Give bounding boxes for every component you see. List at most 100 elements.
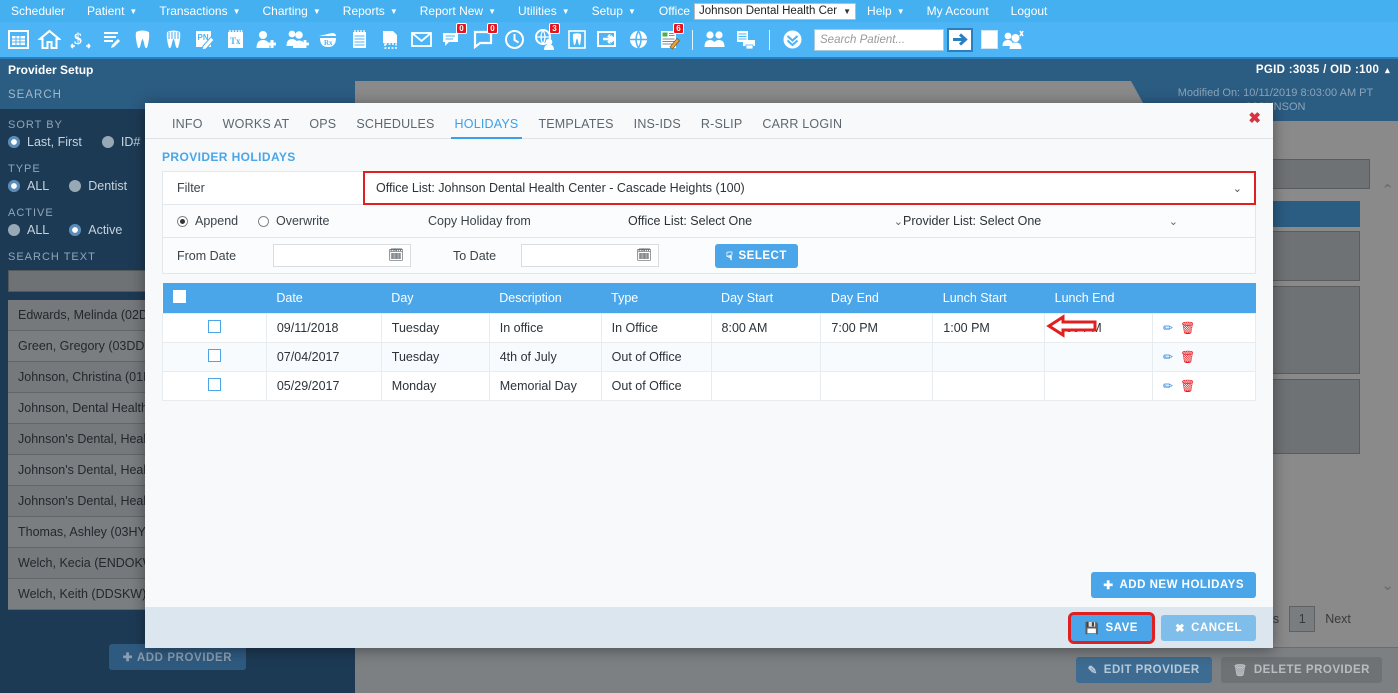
perio-note-icon[interactable]: PN <box>190 24 219 55</box>
ledger-icon[interactable] <box>345 24 374 55</box>
menu-item-transactions[interactable]: Transactions ▼ <box>148 0 251 22</box>
active-all-option[interactable]: ALL <box>8 223 49 237</box>
save-button[interactable]: 💾 SAVE <box>1067 611 1155 644</box>
option-label: Last, First <box>27 135 82 149</box>
edit-provider-button[interactable]: ✎ EDIT PROVIDER <box>1075 657 1212 683</box>
delete-row-icon[interactable]: 🗑 <box>1180 350 1195 364</box>
family-group-icon[interactable] <box>999 24 1028 55</box>
office-list-filter-select[interactable]: Office List: Johnson Dental Health Cente… <box>363 171 1256 205</box>
overwrite-option[interactable]: Overwrite <box>258 214 428 228</box>
close-icon[interactable]: ✖ <box>1248 111 1261 126</box>
delete-row-icon[interactable]: 🗑 <box>1180 379 1195 393</box>
menu-item-scheduler[interactable]: Scheduler <box>0 0 76 22</box>
menu-item-patient[interactable]: Patient ▼ <box>76 0 148 22</box>
toolbar-blank-button[interactable] <box>981 30 998 49</box>
menu-item-reports[interactable]: Reports ▼ <box>332 0 409 22</box>
menu-item-logout[interactable]: Logout <box>1000 0 1059 22</box>
tab-ins-ids[interactable]: INS-IDS <box>624 117 691 138</box>
menu-item-utilities[interactable]: Utilities ▼ <box>507 0 581 22</box>
active-active-option[interactable]: Active <box>69 223 122 237</box>
type-all-option[interactable]: ALL <box>8 179 49 193</box>
tab-info[interactable]: INFO <box>162 117 213 138</box>
modal-header: INFO WORKS AT OPS SCHEDULES HOLIDAYS TEM… <box>145 103 1273 139</box>
office-select[interactable]: Johnson Dental Health Cer ▼ <box>694 2 857 20</box>
calendar-grid-icon[interactable] <box>4 24 33 55</box>
global-contact-icon[interactable]: 3 <box>531 23 560 55</box>
edit-row-icon[interactable]: ✏ <box>1163 350 1173 364</box>
treatment-plan-icon[interactable]: Tx <box>221 24 250 55</box>
form-edit-icon[interactable]: 6 <box>655 23 684 55</box>
cell-type: Out of Office <box>600 371 712 401</box>
prescription-rx-icon[interactable]: Rx <box>314 24 343 55</box>
menu-item-setup[interactable]: Setup ▼ <box>581 0 647 22</box>
xray-tooth-icon[interactable] <box>562 24 591 55</box>
select-all-checkbox[interactable] <box>172 290 186 303</box>
double-chevron-down-icon[interactable] <box>778 24 807 55</box>
cell-day-start <box>710 371 822 401</box>
screen-exit-icon[interactable] <box>593 24 622 55</box>
cancel-button[interactable]: ✖ CANCEL <box>1160 614 1256 641</box>
type-dentist-option[interactable]: Dentist <box>69 179 127 193</box>
menu-item-charting[interactable]: Charting ▼ <box>252 0 332 22</box>
tab-ops[interactable]: OPS <box>299 117 346 138</box>
menu-label: Charting <box>262 4 308 18</box>
people-icon[interactable] <box>701 24 730 55</box>
add-person-icon[interactable] <box>252 24 281 55</box>
next-page-link[interactable]: Next <box>1325 612 1351 626</box>
edit-row-icon[interactable]: ✏ <box>1163 379 1173 393</box>
tab-schedules[interactable]: SCHEDULES <box>346 117 444 138</box>
filter-label: Filter <box>177 181 205 195</box>
tab-holidays[interactable]: HOLIDAYS <box>445 117 529 139</box>
chat-messages-icon[interactable]: 0 <box>438 23 467 55</box>
table-row: 05/29/2017 Monday Memorial Day Out of Of… <box>162 371 1256 401</box>
dollar-transfer-icon[interactable]: $ <box>66 24 95 55</box>
delete-provider-button[interactable]: 🗑 DELETE PROVIDER <box>1220 657 1382 683</box>
printer-document-icon[interactable] <box>376 24 405 55</box>
row-checkbox[interactable] <box>207 320 221 333</box>
option-label: ALL <box>27 179 50 193</box>
row-checkbox[interactable] <box>207 349 221 362</box>
to-date-input[interactable]: 🗓 <box>521 244 659 267</box>
tooth-icon[interactable] <box>128 24 157 55</box>
globe-icon[interactable] <box>624 24 653 55</box>
office-list-filter-value: Office List: Johnson Dental Health Cente… <box>376 181 745 195</box>
sort-by-id-option[interactable]: ID# <box>101 135 140 149</box>
note-edit-icon[interactable] <box>97 24 126 55</box>
cell-actions: ✏ 🗑 <box>1152 342 1256 372</box>
home-icon[interactable] <box>35 24 64 55</box>
provider-holidays-modal: INFO WORKS AT OPS SCHEDULES HOLIDAYS TEM… <box>145 103 1273 648</box>
print-records-icon[interactable] <box>732 24 761 55</box>
search-go-button[interactable] <box>947 27 973 52</box>
add-new-holidays-button[interactable]: ✚ ADD NEW HOLIDAYS <box>1091 572 1256 598</box>
overwrite-label: Overwrite <box>276 214 330 228</box>
current-page-number[interactable]: 1 <box>1289 606 1316 632</box>
speech-bubble-icon[interactable]: 0 <box>469 23 498 55</box>
copy-provider-list-select[interactable]: Provider List: Select One ⌄ <box>903 214 1178 228</box>
menu-item-help[interactable]: Help ▼ <box>856 0 916 22</box>
scroll-down-icon[interactable]: ⌄ <box>1381 576 1394 594</box>
cell-description: Memorial Day <box>488 371 602 401</box>
row-checkbox[interactable] <box>207 378 221 391</box>
append-option[interactable]: Append <box>163 214 258 228</box>
search-patient-input[interactable]: Search Patient... <box>814 28 944 51</box>
envelope-mail-icon[interactable] <box>407 24 436 55</box>
modal-section-title: PROVIDER HOLIDAYS <box>162 150 296 164</box>
delete-row-icon[interactable]: 🗑 <box>1180 321 1195 335</box>
cell-date: 09/11/2018 <box>265 313 382 343</box>
add-group-icon[interactable] <box>283 24 312 55</box>
edit-row-icon[interactable]: ✏ <box>1163 321 1173 335</box>
select-button[interactable]: ☟ SELECT <box>715 243 798 268</box>
scroll-up-icon[interactable]: ⌃ <box>1381 181 1394 199</box>
menu-item-report-new[interactable]: Report New ▼ <box>409 0 507 22</box>
tooth-perio-icon[interactable] <box>159 24 188 55</box>
copy-office-list-select[interactable]: Office List: Select One ⌄ <box>628 214 903 228</box>
from-date-input[interactable]: 🗓 <box>273 244 411 267</box>
cell-day-end <box>820 342 934 372</box>
tab-r-slip[interactable]: R-SLIP <box>691 117 753 138</box>
menu-item-my-account[interactable]: My Account <box>916 0 1000 22</box>
tab-templates[interactable]: TEMPLATES <box>528 117 623 138</box>
tab-carr-login[interactable]: CARR LOGIN <box>752 117 852 138</box>
tab-works-at[interactable]: WORKS AT <box>213 117 300 138</box>
sort-by-last-first-option[interactable]: Last, First <box>8 135 82 149</box>
clock-icon[interactable] <box>500 24 529 55</box>
